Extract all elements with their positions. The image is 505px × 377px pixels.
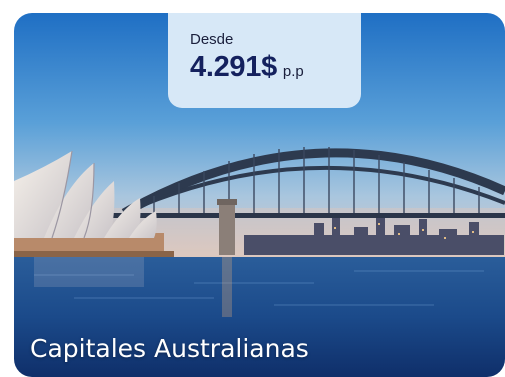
price-amount: 4.291$ xyxy=(190,51,277,83)
price-unit: p.p xyxy=(282,63,304,80)
price-line: 4.291$ p.p xyxy=(190,51,361,84)
price-prefix: Desde xyxy=(190,31,234,48)
destination-title[interactable]: Capitales Australianas xyxy=(30,334,309,363)
price-badge: Desde 4.291$ p.p xyxy=(168,13,361,108)
destination-card[interactable]: Desde 4.291$ p.p Capitales Australianas xyxy=(14,13,505,377)
